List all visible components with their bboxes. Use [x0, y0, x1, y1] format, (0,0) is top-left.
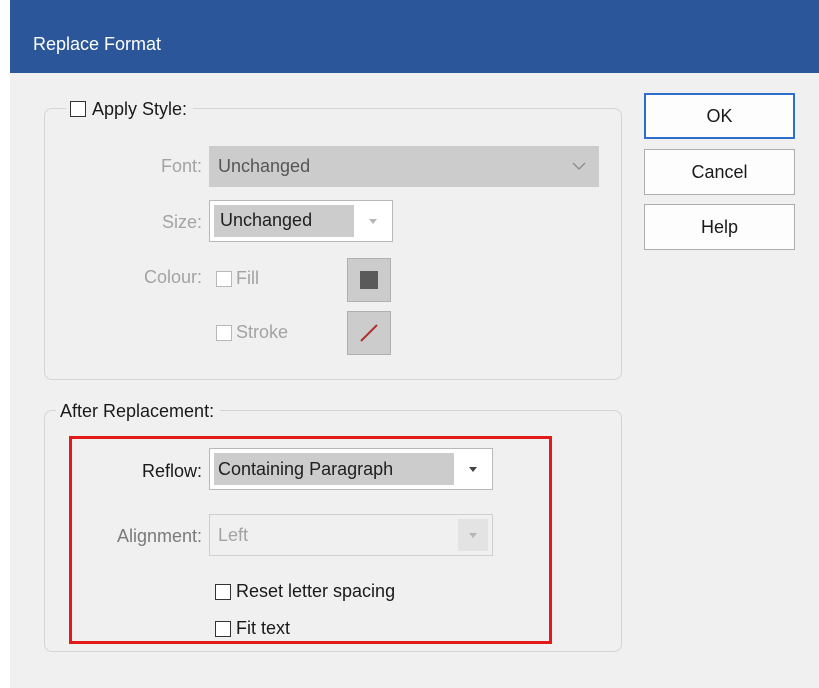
- no-stroke-icon: [360, 324, 378, 342]
- font-label: Font:: [160, 156, 202, 176]
- highlight-box: [69, 436, 552, 644]
- apply-style-checkbox[interactable]: [70, 101, 86, 117]
- stroke-color-button[interactable]: [347, 311, 391, 355]
- size-value: Unchanged: [220, 210, 313, 230]
- fill-label: Fill: [236, 268, 259, 288]
- fill-checkbox[interactable]: [216, 270, 232, 287]
- stroke-label: Stroke: [236, 322, 289, 342]
- stroke-checkbox[interactable]: [216, 324, 232, 341]
- window-title: Replace Format: [33, 34, 162, 54]
- size-label: Size:: [161, 212, 202, 232]
- after-replacement-legend: After Replacement:: [56, 398, 221, 424]
- title-bar[interactable]: Replace Format: [10, 0, 819, 73]
- help-button[interactable]: Help: [644, 204, 795, 250]
- apply-style-label: Apply Style:: [92, 98, 188, 119]
- stroke-checkbox-row[interactable]: Stroke: [216, 322, 288, 343]
- size-dropdown-arrow[interactable]: [358, 205, 388, 237]
- apply-style-legend[interactable]: Apply Style:: [66, 96, 194, 122]
- replace-format-dialog: Replace Format Apply Style: Font: Unchan…: [10, 0, 819, 688]
- cancel-button[interactable]: Cancel: [644, 149, 795, 195]
- fill-checkbox-row[interactable]: Fill: [216, 268, 259, 289]
- fill-color-button[interactable]: [347, 258, 391, 302]
- font-value: Unchanged: [218, 156, 311, 176]
- font-dropdown[interactable]: Unchanged: [209, 146, 599, 187]
- fill-color-swatch: [360, 271, 378, 289]
- colour-label: Colour:: [143, 267, 202, 287]
- triangle-down-icon: [369, 219, 377, 224]
- ok-button[interactable]: OK: [644, 93, 795, 139]
- after-replacement-label: After Replacement:: [60, 400, 215, 421]
- size-dropdown[interactable]: Unchanged: [209, 200, 393, 242]
- chevron-down-icon: [572, 162, 586, 170]
